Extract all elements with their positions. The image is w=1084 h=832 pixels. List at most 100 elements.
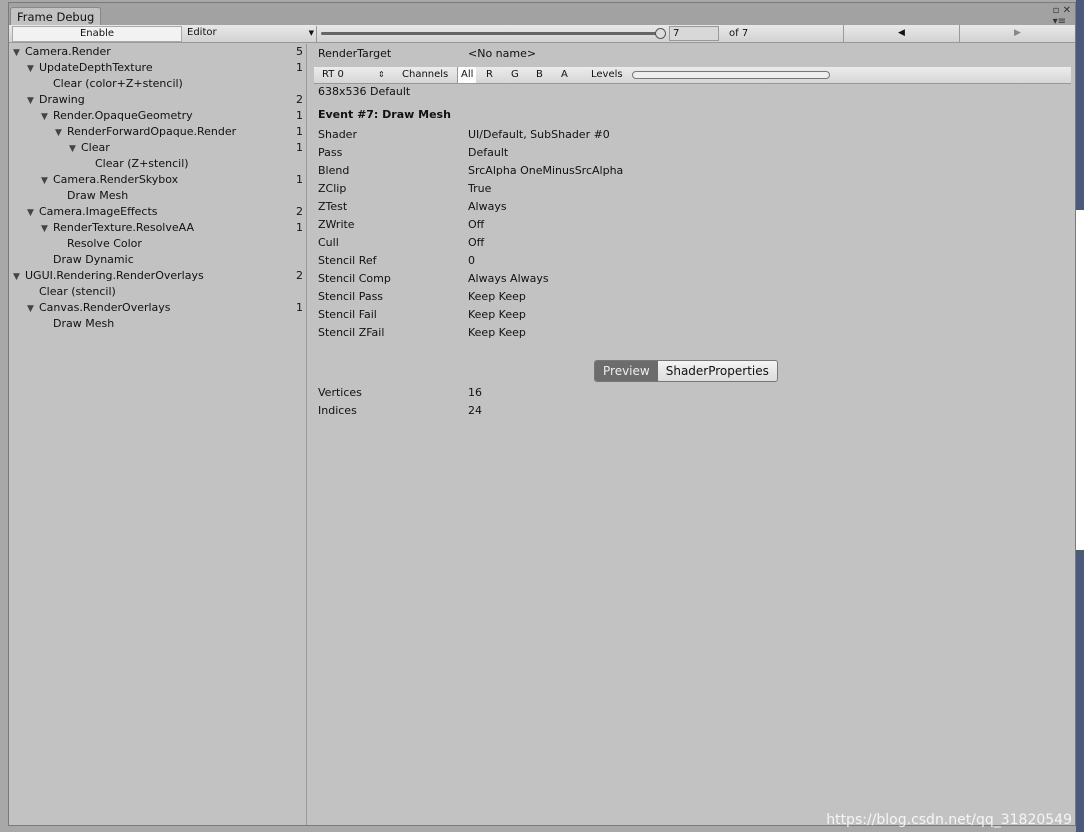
property-row: Vertices 16 [318, 384, 482, 402]
channel-all[interactable]: All [457, 67, 477, 83]
property-name: Stencil Comp [318, 272, 391, 285]
property-value: UI/Default, SubShader #0 [468, 128, 610, 141]
frame-debug-window: Frame Debug ▫ ✕ ▾≡ Enable Editor ▼ 7 of 7 … [8, 2, 1076, 826]
property-name: Stencil Ref [318, 254, 377, 267]
render-target-toolbar: RT 0 ⇕ Channels All R G B A Levels [314, 67, 1071, 84]
expand-triangle-icon[interactable]: ▼ [27, 61, 39, 77]
event-index-field[interactable]: 7 [669, 26, 719, 41]
tab-preview[interactable]: Preview [595, 361, 658, 381]
tree-item[interactable]: ▼ Canvas.RenderOverlays 1 [9, 300, 306, 316]
tree-item[interactable]: Draw Dynamic [9, 252, 306, 268]
property-value: Keep Keep [468, 308, 526, 321]
tree-item-label: Canvas.RenderOverlays [39, 301, 171, 314]
property-name: Blend [318, 164, 350, 177]
channel-g[interactable]: G [511, 67, 519, 83]
channel-r[interactable]: R [486, 67, 493, 83]
channel-b[interactable]: B [536, 67, 543, 83]
enable-button[interactable]: Enable [12, 26, 182, 42]
tree-item-count: 1 [296, 141, 303, 154]
tree-item-count: 5 [296, 45, 303, 58]
window-tab[interactable]: Frame Debug [10, 7, 102, 26]
tree-item-label: Drawing [39, 93, 85, 106]
property-value: Always Always [468, 272, 549, 285]
property-row: Stencil Ref 0 [318, 252, 475, 270]
property-value: Always [468, 200, 507, 213]
tree-item[interactable]: ▼ UpdateDepthTexture 1 [9, 60, 306, 76]
property-row: Shader UI/Default, SubShader #0 [318, 126, 610, 144]
property-row: ZWrite Off [318, 216, 484, 234]
event-slider[interactable] [321, 32, 661, 35]
tab-shader-properties[interactable]: ShaderProperties [657, 361, 777, 381]
target-dropdown[interactable]: Editor ▼ [182, 26, 317, 42]
previous-event-button[interactable]: ◀ [843, 25, 959, 43]
tree-item-count: 1 [296, 301, 303, 314]
tree-item[interactable]: ▼ Camera.ImageEffects 2 [9, 204, 306, 220]
tree-item-count: 2 [296, 205, 303, 218]
property-row: Stencil Fail Keep Keep [318, 306, 526, 324]
property-name: ZClip [318, 182, 347, 195]
tree-item-label: Draw Mesh [53, 317, 115, 330]
expand-triangle-icon[interactable]: ▼ [27, 93, 39, 109]
property-value: 0 [468, 254, 475, 267]
tree-item[interactable]: ▼ UGUI.Rendering.RenderOverlays 2 [9, 268, 306, 284]
preview-tabs: Preview ShaderProperties [594, 360, 778, 382]
property-row: ZTest Always [318, 198, 507, 216]
tree-item[interactable]: ▼ Render.OpaqueGeometry 1 [9, 108, 306, 124]
tree-item[interactable]: Clear (color+Z+stencil) [9, 76, 306, 92]
render-target-row: RenderTarget <No name> [318, 45, 536, 63]
property-row: Stencil Comp Always Always [318, 270, 549, 288]
tree-item-label: Clear (Z+stencil) [95, 157, 189, 170]
tree-item[interactable]: Resolve Color [9, 236, 306, 252]
event-slider-handle[interactable] [655, 28, 666, 39]
next-event-button[interactable]: ▶ [959, 25, 1075, 43]
expand-triangle-icon[interactable]: ▼ [27, 301, 39, 317]
event-title: Event #7: Draw Mesh [318, 108, 451, 121]
tree-item-count: 1 [296, 125, 303, 138]
rt-select[interactable]: RT 0 [322, 67, 344, 83]
tree-item-count: 2 [296, 269, 303, 282]
tree-item-label: Camera.ImageEffects [39, 205, 158, 218]
rt-select-arrows-icon: ⇕ [378, 70, 385, 79]
property-row: Stencil Pass Keep Keep [318, 288, 526, 306]
property-row: ZClip True [318, 180, 491, 198]
property-name: Indices [318, 404, 357, 417]
tree-item[interactable]: ▼ Camera.RenderSkybox 1 [9, 172, 306, 188]
property-name: Shader [318, 128, 357, 141]
tree-item[interactable]: ▼ RenderForwardOpaque.Render 1 [9, 124, 306, 140]
expand-triangle-icon[interactable]: ▼ [41, 109, 53, 125]
property-value: Keep Keep [468, 290, 526, 303]
triangle-left-icon: ◀ [898, 28, 905, 38]
tree-item-count: 1 [296, 173, 303, 186]
maximize-icon[interactable]: ▫ [1053, 5, 1060, 16]
expand-triangle-icon[interactable]: ▼ [41, 221, 53, 237]
tree-item[interactable]: ▼ Camera.Render 5 [9, 44, 306, 60]
tree-item-label: Clear [81, 141, 110, 154]
property-value: Off [468, 218, 485, 231]
property-name: Pass [318, 146, 343, 159]
tree-item[interactable]: Draw Mesh [9, 316, 306, 332]
property-name: Vertices [318, 386, 362, 399]
expand-triangle-icon[interactable]: ▼ [13, 269, 25, 285]
tree-item-label: Clear (color+Z+stencil) [53, 77, 183, 90]
close-icon[interactable]: ✕ [1063, 5, 1071, 16]
tree-item[interactable]: Clear (Z+stencil) [9, 156, 306, 172]
expand-triangle-icon[interactable]: ▼ [41, 173, 53, 189]
resolution: 638x536 Default [318, 85, 411, 98]
tree-item-label: Draw Mesh [67, 189, 129, 202]
tree-item[interactable]: ▼ Drawing 2 [9, 92, 306, 108]
expand-triangle-icon[interactable]: ▼ [69, 141, 81, 157]
channel-a[interactable]: A [561, 67, 568, 83]
expand-triangle-icon[interactable]: ▼ [27, 205, 39, 221]
expand-triangle-icon[interactable]: ▼ [55, 125, 67, 141]
property-value: Keep Keep [468, 326, 526, 339]
levels-slider[interactable] [632, 71, 830, 79]
tree-item[interactable]: ▼ Clear 1 [9, 140, 306, 156]
event-details: RenderTarget <No name> RT 0 ⇕ Channels Al… [308, 44, 1075, 825]
tree-item[interactable]: Clear (stencil) [9, 284, 306, 300]
tree-item-label: Camera.Render [25, 45, 111, 58]
tree-item[interactable]: Draw Mesh [9, 188, 306, 204]
tree-item[interactable]: ▼ RenderTexture.ResolveAA 1 [9, 220, 306, 236]
property-row: Blend SrcAlpha OneMinusSrcAlpha [318, 162, 623, 180]
expand-triangle-icon[interactable]: ▼ [13, 45, 25, 61]
channels-label: Channels [402, 69, 449, 80]
